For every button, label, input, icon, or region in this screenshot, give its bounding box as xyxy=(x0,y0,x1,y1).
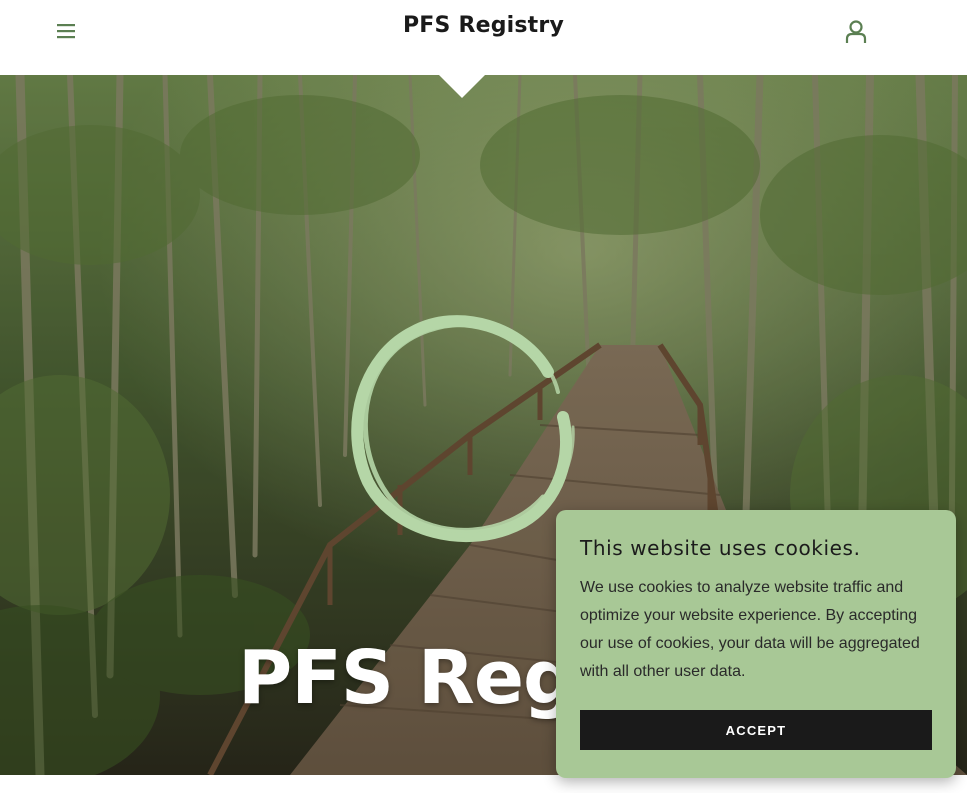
circle-logo-icon xyxy=(351,315,575,543)
cookie-banner-title: This website uses cookies. xyxy=(580,536,861,560)
account-button[interactable] xyxy=(840,17,872,47)
header-notch xyxy=(438,74,486,98)
cookie-consent-banner: This website uses cookies. We use cookie… xyxy=(556,510,956,778)
accept-cookies-button[interactable]: ACCEPT xyxy=(580,710,932,750)
site-header: PFS Registry xyxy=(0,0,967,75)
site-title[interactable]: PFS Registry xyxy=(0,13,967,38)
cookie-banner-text: We use cookies to analyze website traffi… xyxy=(580,579,920,680)
user-account-icon xyxy=(845,20,867,43)
